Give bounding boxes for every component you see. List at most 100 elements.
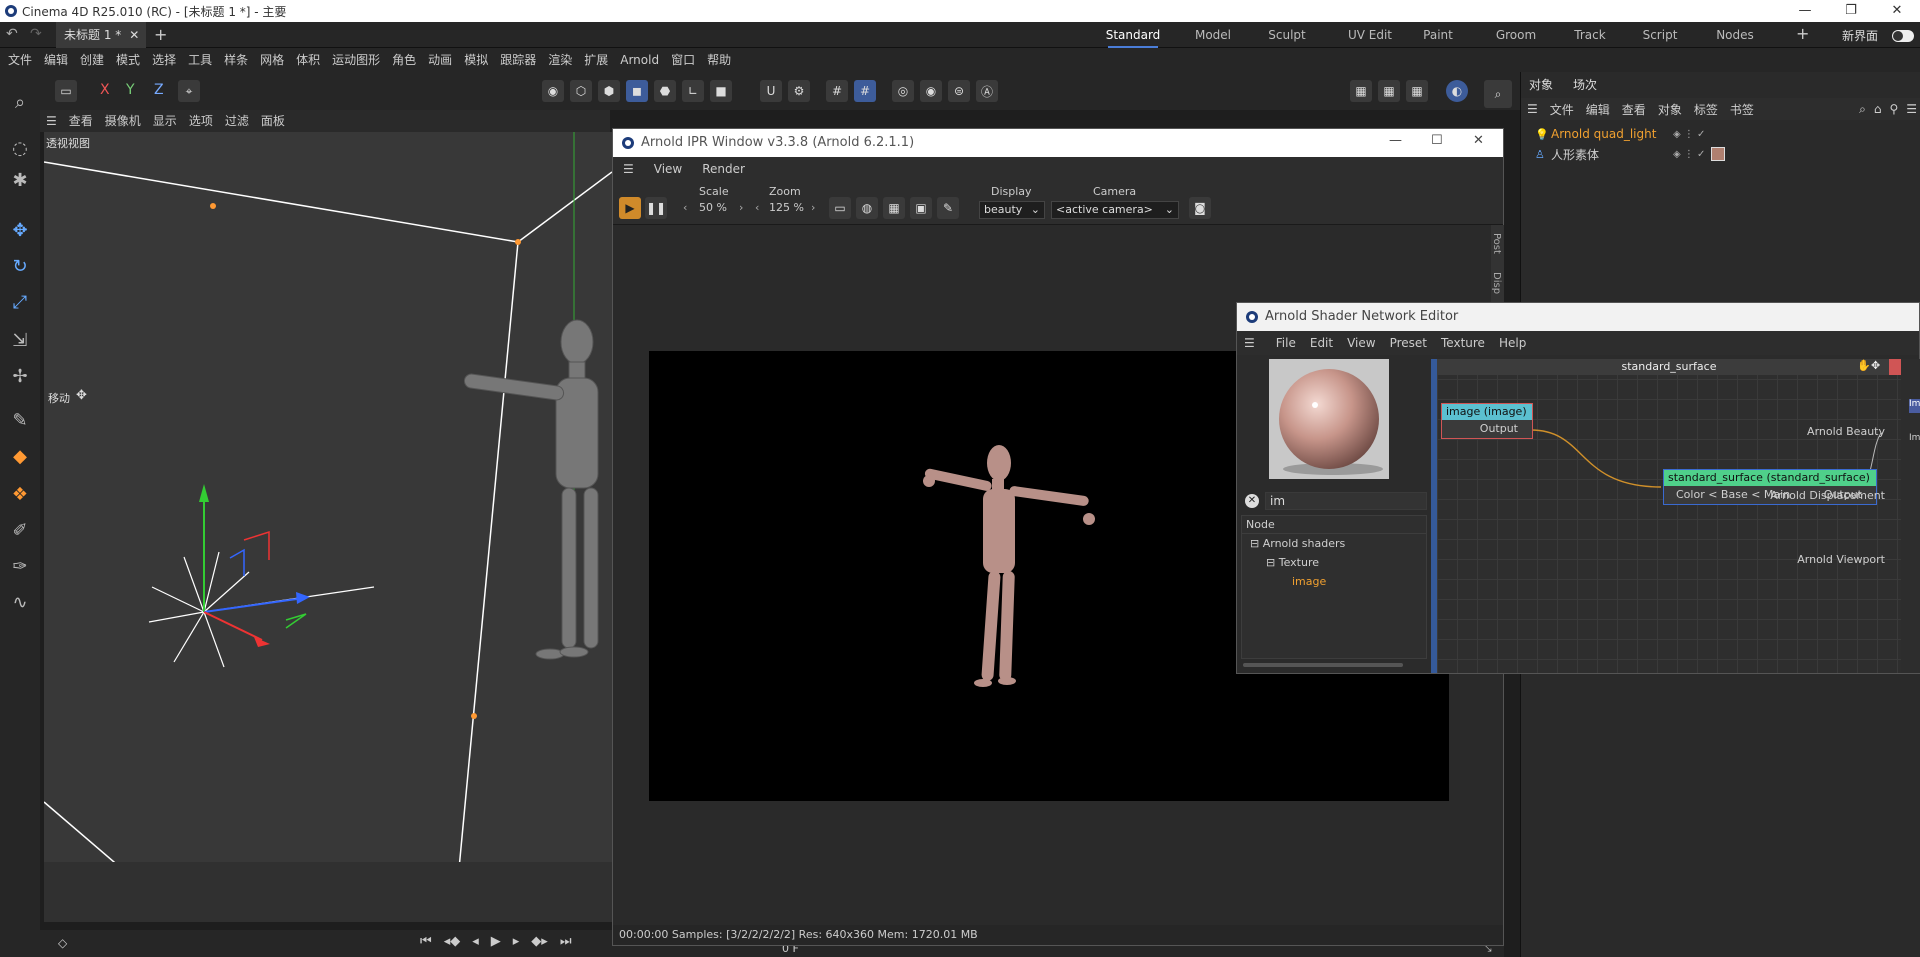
ipr-menu-item-0[interactable]: View (644, 157, 692, 181)
tweak-icon[interactable]: ✱ (6, 166, 34, 194)
rotate-tool-icon[interactable]: ↻ (6, 252, 34, 280)
brush-icon[interactable]: ✐ (6, 516, 34, 544)
document-tab[interactable]: 未标题 1 * ✕ (56, 22, 146, 48)
grid-icon[interactable]: # (826, 80, 848, 102)
image-node[interactable]: image (image) Output (1441, 403, 1533, 439)
sne-menu-item-4[interactable]: Texture (1434, 331, 1492, 355)
solo-icon[interactable]: ■ (710, 80, 732, 102)
polygons-mode-icon[interactable]: ⬢ (598, 80, 620, 102)
y-axis-toggle[interactable]: Y (126, 82, 135, 98)
texture-mode-icon[interactable]: ⬣ (654, 80, 676, 102)
visibility-icon[interactable]: ◈ ⋮ ✓ (1673, 129, 1705, 140)
perspective-viewport[interactable]: 透视视图 移动 ✥ (44, 132, 612, 922)
menu-item-7[interactable]: 网格 (254, 48, 290, 72)
model-mode-cube-icon[interactable]: ◼ (626, 80, 648, 102)
pin-icon[interactable]: ⌕ (1484, 80, 1512, 108)
scale-increase-icon[interactable]: › (739, 201, 743, 214)
ipr-globe-icon[interactable]: ◍ (856, 197, 878, 219)
object-name[interactable]: Arnold quad_light (1551, 127, 1661, 141)
settings-gear-icon[interactable]: ⚙ (788, 80, 810, 102)
viewport-menu-item-1[interactable]: 摄像机 (99, 110, 147, 132)
workplane-icon[interactable]: ∟ (682, 80, 704, 102)
sculpt-icon[interactable]: ∿ (6, 588, 34, 616)
object-layout-icon[interactable]: ☰ (1902, 102, 1920, 116)
tree-item-arnold-shaders[interactable]: ⊟ Arnold shaders (1242, 534, 1426, 553)
viewport-menu-icon[interactable]: ☰ (40, 110, 63, 132)
sne-menu-item-2[interactable]: View (1340, 331, 1382, 355)
points-mode-icon[interactable]: ◉ (542, 80, 564, 102)
menu-item-0[interactable]: 文件 (2, 48, 38, 72)
layout-tab-sculpt[interactable]: Sculpt (1256, 22, 1318, 48)
output-arnold-beauty[interactable]: Arnold Beauty (1807, 425, 1885, 438)
close-tab-icon[interactable]: ✕ (129, 28, 139, 42)
search-icon[interactable]: ⌕ (6, 88, 34, 116)
menu-item-5[interactable]: 工具 (182, 48, 218, 72)
menu-item-18[interactable]: 帮助 (701, 48, 737, 72)
menu-item-11[interactable]: 动画 (422, 48, 458, 72)
snap-grid-icon[interactable]: # (854, 80, 876, 102)
layout-tab-uv-edit[interactable]: UV Edit (1330, 22, 1410, 48)
knife-icon[interactable]: ✑ (6, 552, 34, 580)
model-mode-icon[interactable]: ▭ (55, 80, 77, 102)
layout-toggle[interactable] (1892, 30, 1914, 42)
cube-primitive-icon[interactable]: ◆ (6, 442, 34, 470)
arnold-a-icon[interactable]: Ⓐ (976, 80, 998, 102)
viewport-menu-item-2[interactable]: 显示 (147, 110, 183, 132)
ipr-region-icon[interactable]: ▭ (829, 197, 851, 219)
menu-item-8[interactable]: 体积 (290, 48, 326, 72)
menu-item-12[interactable]: 模拟 (458, 48, 494, 72)
disp-tab[interactable]: Disp (1491, 262, 1502, 304)
object-home-icon[interactable]: ⌂ (1870, 102, 1886, 116)
attr-tab-clip[interactable]: Im (1909, 399, 1920, 413)
sne-menu-item-5[interactable]: Help (1492, 331, 1533, 355)
sne-menu-item-0[interactable]: File (1269, 331, 1303, 355)
menu-item-9[interactable]: 运动图形 (326, 48, 386, 72)
layout-tab-track[interactable]: Track (1560, 22, 1620, 48)
object-menu-item-3[interactable]: 对象 (1652, 101, 1688, 118)
ipr-icon[interactable]: ◐ (1446, 80, 1468, 102)
render-settings-icon[interactable]: ◉ (920, 80, 942, 102)
menu-item-2[interactable]: 创建 (74, 48, 110, 72)
object-menu-item-1[interactable]: 编辑 (1580, 101, 1616, 118)
ipr-maximize-icon[interactable]: ☐ (1431, 133, 1443, 148)
viewport-menu-item-0[interactable]: 查看 (63, 110, 99, 132)
visibility-icon[interactable]: ◈ ⋮ ✓ (1673, 149, 1705, 160)
z-axis-toggle[interactable]: Z (154, 82, 164, 98)
play-icon[interactable]: ▶ (491, 934, 501, 949)
clear-search-icon[interactable]: ✕ (1245, 494, 1259, 508)
render-picture-viewer-icon[interactable]: ▦ (1378, 80, 1400, 102)
magnet-icon[interactable]: U (760, 80, 782, 102)
add-layout-icon[interactable]: + (1796, 24, 1809, 43)
render-region-icon[interactable]: ◎ (892, 80, 914, 102)
output-arnold-viewport[interactable]: Arnold Viewport (1797, 553, 1885, 566)
object-search-icon[interactable]: ⌕ (1855, 102, 1870, 117)
object-row[interactable]: ♙ 人形素体 ◈ ⋮ ✓ (1521, 144, 1920, 164)
display-select[interactable]: beauty ⌄ (979, 201, 1045, 219)
ipr-menu-item-1[interactable]: Render (692, 157, 755, 181)
ipr-pause-icon[interactable]: ❚❚ (645, 197, 667, 219)
arnold-icon[interactable]: ⊜ (948, 80, 970, 102)
layout-tab-model[interactable]: Model (1178, 22, 1248, 48)
node-graph[interactable]: standard_surface ✋ ✥ image (image) Outpu… (1431, 359, 1901, 673)
node-search-input[interactable] (1265, 492, 1427, 510)
tree-scrollbar[interactable] (1243, 663, 1403, 667)
move-tool-icon[interactable]: ✥ (6, 216, 34, 244)
collapse-icon[interactable]: ⊟ (1250, 537, 1259, 550)
ipr-menu-icon[interactable]: ☰ (613, 157, 644, 181)
object-name[interactable]: 人形素体 (1551, 146, 1661, 163)
layout-tab-paint[interactable]: Paint (1410, 22, 1466, 48)
go-to-start-icon[interactable]: ⏮ (420, 934, 432, 949)
layout-tab-groom[interactable]: Groom (1482, 22, 1550, 48)
object-menu-item-5[interactable]: 书签 (1724, 101, 1760, 118)
next-frame-icon[interactable]: ▸ (513, 934, 520, 949)
layout-tab-standard[interactable]: Standard (1100, 22, 1166, 48)
object-panel-tab-0[interactable]: 对象 (1529, 76, 1553, 93)
snapshot-camera-icon[interactable]: ◙ (1189, 197, 1211, 219)
scale-tool-icon[interactable]: ⤢ (6, 288, 34, 316)
sne-menu-item-3[interactable]: Preset (1383, 331, 1434, 355)
layout-tab-nodes[interactable]: Nodes (1700, 22, 1770, 48)
menu-item-3[interactable]: 模式 (110, 48, 146, 72)
menu-item-1[interactable]: 编辑 (38, 48, 74, 72)
tree-item-texture[interactable]: ⊟ Texture (1242, 553, 1426, 572)
zoom-decrease-icon[interactable]: ‹ (755, 201, 759, 214)
